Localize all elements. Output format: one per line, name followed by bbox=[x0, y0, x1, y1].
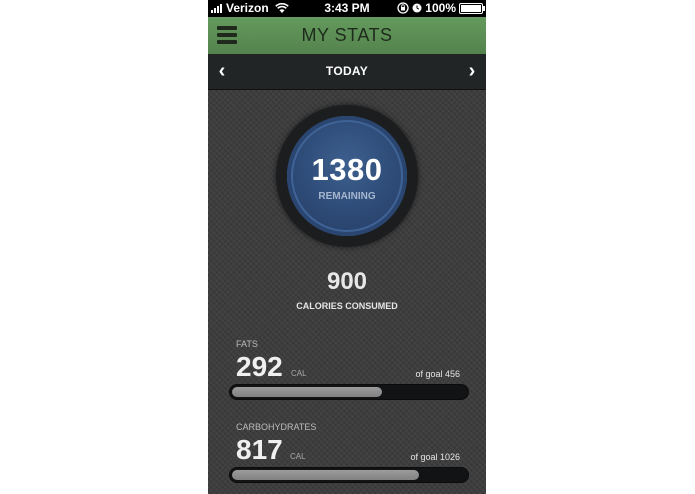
chevron-right-icon[interactable]: › bbox=[458, 54, 486, 89]
macro-name: FATS bbox=[236, 339, 258, 349]
remaining-calories-value: 1380 bbox=[311, 152, 383, 187]
rotation-lock-icon bbox=[397, 2, 409, 14]
progress-bar-track bbox=[230, 468, 468, 482]
macro-unit: CAL bbox=[291, 369, 307, 378]
progress-bar-track bbox=[230, 385, 468, 399]
macro-value: 292 bbox=[236, 351, 283, 382]
status-right: 100% bbox=[397, 1, 485, 15]
page-title: MY STATS bbox=[301, 25, 393, 45]
macro-name: CARBOHYDRATES bbox=[236, 422, 317, 432]
remaining-calories-disc: 1380 REMAINING bbox=[287, 116, 407, 236]
app-header: MY STATS bbox=[208, 17, 486, 54]
date-navigation: ‹ TODAY › bbox=[208, 54, 486, 90]
macro-unit: CAL bbox=[290, 452, 306, 461]
progress-bar-fill bbox=[232, 470, 419, 480]
progress-bar-fill bbox=[232, 387, 382, 397]
alarm-icon bbox=[412, 3, 422, 13]
calories-consumed-value: 900 bbox=[326, 268, 368, 295]
macro-goal: of goal 1026 bbox=[410, 452, 460, 462]
remaining-calories-label: REMAINING bbox=[318, 191, 376, 202]
calories-consumed-label: CALORIES CONSUMED bbox=[296, 301, 398, 311]
macro-goal: of goal 456 bbox=[415, 369, 460, 379]
app-screen: Verizon 3:43 PM 100% MY STATS ‹ TODAY › … bbox=[208, 0, 486, 494]
battery-percent: 100% bbox=[425, 1, 456, 15]
status-bar: Verizon 3:43 PM 100% bbox=[208, 0, 486, 17]
remaining-calories-ring: 1380 REMAINING bbox=[276, 105, 418, 247]
macro-value: 817 bbox=[236, 434, 283, 465]
date-label: TODAY bbox=[325, 64, 369, 78]
battery-icon bbox=[459, 2, 485, 14]
